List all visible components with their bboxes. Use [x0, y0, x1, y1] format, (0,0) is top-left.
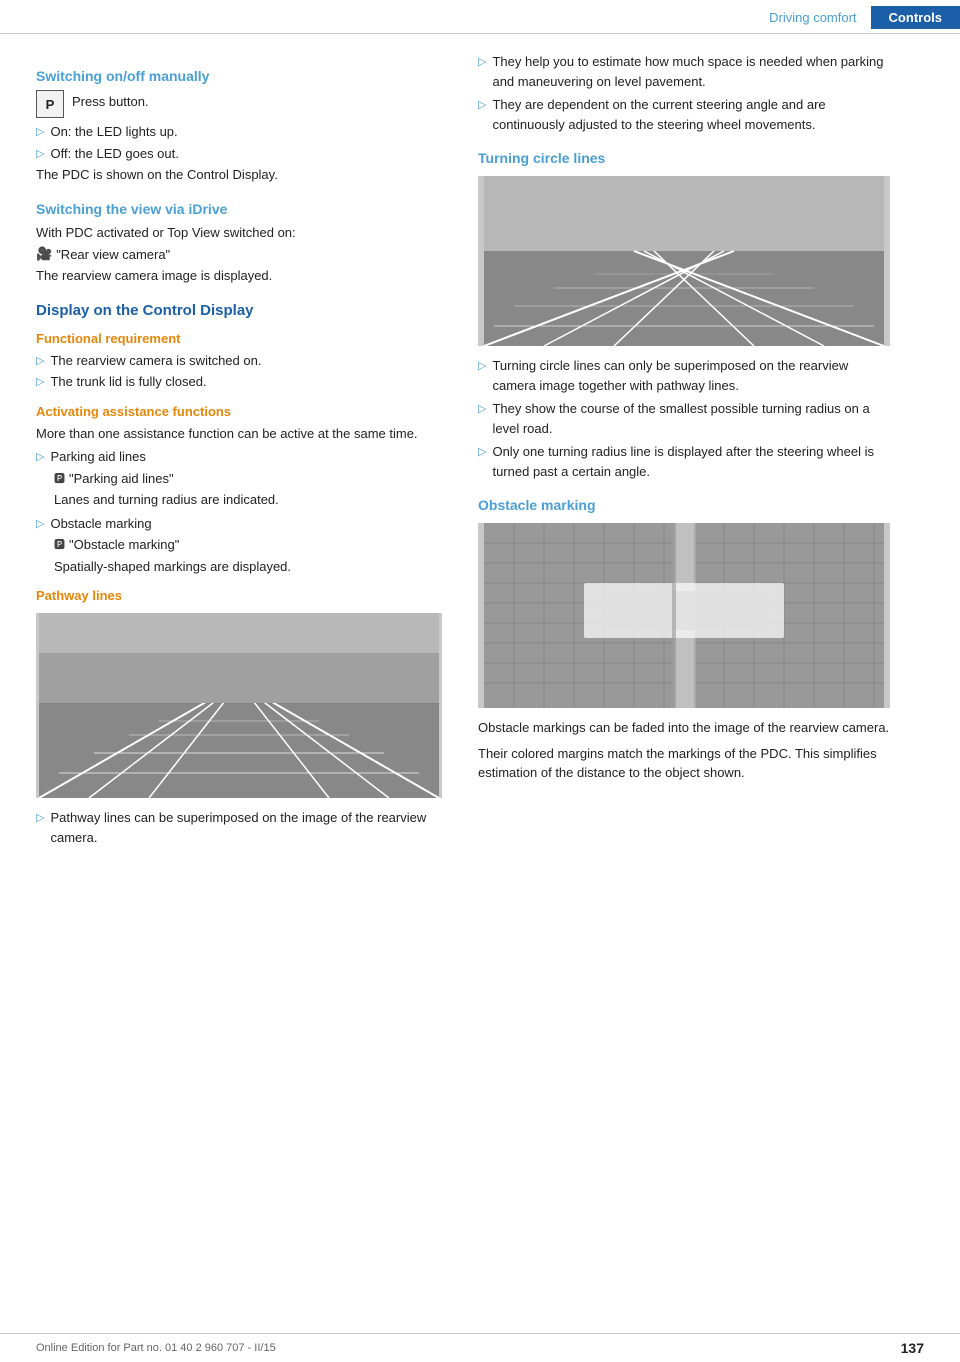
arrow-icon-pathway: ▷ — [36, 810, 44, 827]
arrow-icon-parking: ▷ — [36, 449, 44, 466]
camera-switched-text: The rearview camera is switched on. — [50, 351, 261, 371]
bullet-only-one: ▷ Only one turning radius line is displa… — [478, 442, 890, 481]
header-nav: Driving comfort Controls — [755, 6, 960, 29]
switching-manual-title: Switching on/off manually — [36, 68, 442, 84]
pathway-svg — [36, 613, 442, 798]
trunk-text: The trunk lid is fully closed. — [50, 372, 206, 392]
footer-online-edition: Online Edition for Part no. 01 40 2 960 … — [36, 1342, 276, 1354]
parking-aid-text: Parking aid lines — [50, 447, 145, 467]
camera-ref-row: 🎥 "Rear view camera" — [36, 246, 442, 262]
idrive-with-text: With PDC activated or Top View switched … — [36, 223, 442, 243]
pdc-button-icon: P — [36, 90, 64, 118]
bullet-course: ▷ They show the course of the smallest p… — [478, 399, 890, 438]
arrow-icon-camera: ▷ — [36, 353, 44, 370]
pathway-lines-title: Pathway lines — [36, 588, 442, 603]
arrow-icon-on: ▷ — [36, 124, 44, 141]
arrow-icon-obstacle: ▷ — [36, 516, 44, 533]
obstacle-marking-title: Obstacle marking — [478, 497, 890, 513]
switching-idrive-title: Switching the view via iDrive — [36, 201, 442, 217]
course-text: They show the course of the smallest pos… — [492, 399, 890, 438]
obstacle-body1-text: Obstacle markings can be faded into the … — [478, 718, 890, 738]
pdc-icon-label: P — [46, 97, 55, 112]
page-header: Driving comfort Controls — [0, 0, 960, 34]
obstacle-svg — [478, 523, 890, 708]
bullet-help: ▷ They help you to estimate how much spa… — [478, 52, 890, 91]
right-column: ▷ They help you to estimate how much spa… — [460, 52, 920, 849]
parking-sub-icon: 🅿 — [54, 471, 65, 488]
arrow-icon-course: ▷ — [478, 401, 486, 418]
parking-sub-text: "Parking aid lines" — [69, 469, 174, 489]
obstacle-sub-icon: 🅿 — [54, 537, 65, 554]
bullet-dependent: ▷ They are dependent on the current stee… — [478, 95, 890, 134]
rear-view-label: "Rear view camera" — [56, 247, 170, 262]
sub-bullet-parking: 🅿 "Parking aid lines" — [54, 469, 442, 489]
dependent-text: They are dependent on the current steeri… — [492, 95, 890, 134]
camera-ref-icon: 🎥 — [36, 246, 52, 262]
header-driving-comfort: Driving comfort — [755, 6, 870, 29]
activating-title: Activating assistance functions — [36, 404, 442, 419]
left-column: Switching on/off manually P Press button… — [0, 52, 460, 849]
main-content: Switching on/off manually P Press button… — [0, 34, 960, 849]
obstacle-sub-text: "Obstacle marking" — [69, 535, 179, 555]
help-text: They help you to estimate how much space… — [492, 52, 890, 91]
press-button-label: Press button. — [72, 92, 149, 112]
sub-bullet-obstacle: 🅿 "Obstacle marking" — [54, 535, 442, 555]
bullet-camera-switched: ▷ The rearview camera is switched on. — [36, 351, 442, 371]
bullet-pathway-caption: ▷ Pathway lines can be superimposed on t… — [36, 808, 442, 847]
bullet-led-off: ▷ Off: the LED goes out. — [36, 144, 442, 164]
obstacle-body2-text: Their colored margins match the markings… — [478, 744, 890, 783]
pathway-image — [36, 613, 442, 798]
arrow-icon-off: ▷ — [36, 146, 44, 163]
spatially-text: Spatially-shaped markings are displayed. — [54, 557, 442, 577]
only-one-text: Only one turning radius line is displaye… — [492, 442, 890, 481]
turning-superimposed-text: Turning circle lines can only be superim… — [492, 356, 890, 395]
turning-circle-title: Turning circle lines — [478, 150, 890, 166]
pdc-shown-text: The PDC is shown on the Control Display. — [36, 165, 442, 185]
obstacle-image — [478, 523, 890, 708]
bullet-on-text: On: the LED lights up. — [50, 122, 177, 142]
header-controls: Controls — [871, 6, 960, 29]
functional-req-title: Functional requirement — [36, 331, 442, 346]
activating-body-text: More than one assistance function can be… — [36, 424, 442, 444]
arrow-icon-dependent: ▷ — [478, 97, 486, 114]
footer-page-number: 137 — [901, 1340, 924, 1356]
bullet-turning-superimposed: ▷ Turning circle lines can only be super… — [478, 356, 890, 395]
page-footer: Online Edition for Part no. 01 40 2 960 … — [0, 1333, 960, 1362]
press-button-row: P Press button. — [36, 90, 442, 118]
turning-image — [478, 176, 890, 346]
bullet-obstacle: ▷ Obstacle marking — [36, 514, 442, 534]
bullet-trunk: ▷ The trunk lid is fully closed. — [36, 372, 442, 392]
turning-svg — [478, 176, 890, 346]
parking-lanes-text: Lanes and turning radius are indicated. — [54, 490, 442, 510]
bullet-parking-aid: ▷ Parking aid lines — [36, 447, 442, 467]
pathway-caption-text: Pathway lines can be superimposed on the… — [50, 808, 442, 847]
bullet-off-text: Off: the LED goes out. — [50, 144, 178, 164]
arrow-icon-help: ▷ — [478, 54, 486, 71]
arrow-icon-trunk: ▷ — [36, 374, 44, 391]
bullet-led-on: ▷ On: the LED lights up. — [36, 122, 442, 142]
display-control-title: Display on the Control Display — [36, 302, 442, 319]
arrow-icon-only-one: ▷ — [478, 444, 486, 461]
arrow-icon-turning1: ▷ — [478, 358, 486, 375]
obstacle-text: Obstacle marking — [50, 514, 151, 534]
rearview-displayed-text: The rearview camera image is displayed. — [36, 266, 442, 286]
